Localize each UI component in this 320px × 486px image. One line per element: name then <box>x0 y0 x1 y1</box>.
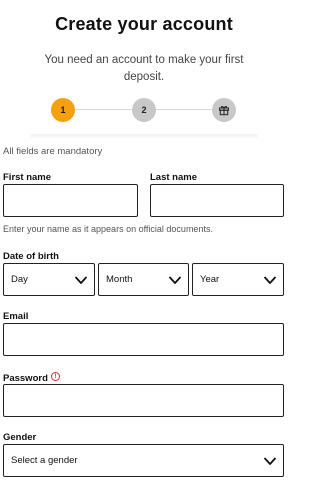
step-2-label: 2 <box>141 105 147 115</box>
step-2-indicator: 2 <box>132 98 156 122</box>
day-select-value: Day <box>11 274 28 285</box>
stepper-divider <box>30 134 258 139</box>
year-select-value: Year <box>200 274 220 285</box>
password-label: Password <box>3 373 48 384</box>
last-name-input[interactable] <box>150 184 284 217</box>
step-connector <box>75 109 132 110</box>
chevron-down-icon <box>263 275 277 284</box>
email-field[interactable] <box>3 323 284 356</box>
year-select[interactable]: Year <box>192 263 284 296</box>
first-name-label: First name <box>3 172 52 183</box>
page-title: Create your account <box>55 14 233 34</box>
last-name-label: Last name <box>150 172 197 183</box>
step-1-indicator: 1 <box>51 98 75 122</box>
step-3-indicator <box>212 98 236 122</box>
step-connector <box>156 109 212 110</box>
chevron-down-icon <box>74 275 88 284</box>
progress-stepper: 1 2 <box>0 96 288 124</box>
chevron-down-icon <box>168 275 182 284</box>
name-hint: Enter your name as it appears on officia… <box>3 224 213 234</box>
day-select[interactable]: Day <box>3 263 95 296</box>
step-1-label: 1 <box>60 105 66 115</box>
gift-icon <box>219 105 229 116</box>
month-select[interactable]: Month <box>98 263 189 296</box>
gender-label: Gender <box>3 432 37 443</box>
email-label: Email <box>3 311 29 322</box>
info-icon[interactable]: ! <box>51 372 60 381</box>
gender-select-value: Select a gender <box>11 455 78 466</box>
mandatory-note: All fields are mandatory <box>3 146 103 157</box>
month-select-value: Month <box>106 274 133 285</box>
first-name-input[interactable] <box>3 184 138 217</box>
date-of-birth-label: Date of birth <box>3 251 59 262</box>
password-field[interactable] <box>3 384 284 417</box>
chevron-down-icon <box>263 456 277 465</box>
page-subtitle: You need an account to make your first d… <box>44 54 244 83</box>
gender-select[interactable]: Select a gender <box>3 444 284 477</box>
